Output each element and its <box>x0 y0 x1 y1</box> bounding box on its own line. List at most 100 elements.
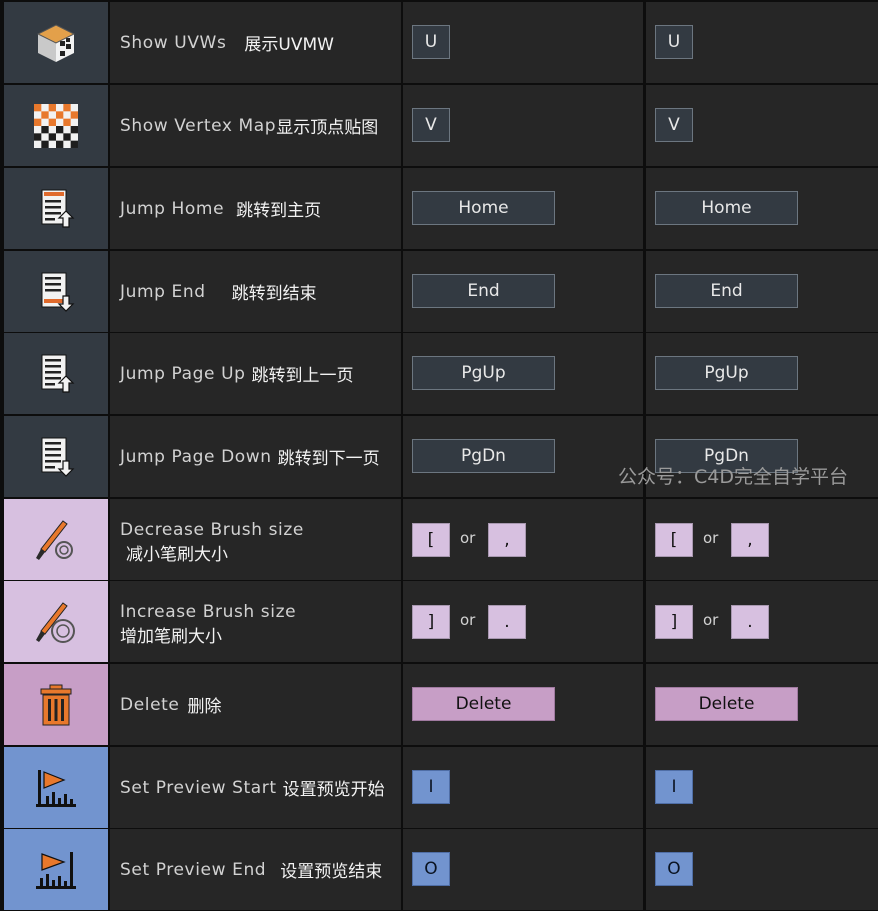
page-up-icon <box>36 352 76 396</box>
key-u[interactable]: U <box>412 25 450 59</box>
label-en: Jump Page Up <box>120 363 246 384</box>
key-home[interactable]: Home <box>412 191 555 225</box>
shortcut-cell-primary: ] or . <box>403 581 643 662</box>
key-end[interactable]: End <box>655 274 798 308</box>
table-row: Show UVWs 展示UVMW U U <box>4 2 878 83</box>
key-delete[interactable]: Delete <box>412 687 555 721</box>
shortcut-cell-primary: Home <box>403 168 643 249</box>
label-zh: 删除 <box>187 697 222 717</box>
label-zh: 减小笔刷大小 <box>126 545 228 565</box>
action-label: Jump Page Up 跳转到上一页 <box>110 333 401 414</box>
label-zh: 跳转到结束 <box>231 284 317 304</box>
action-label: Jump End 跳转到结束 <box>110 251 401 332</box>
table-row: Jump Home 跳转到主页 Home Home <box>4 168 878 249</box>
table-row: Show Vertex Map 显示顶点贴图 V V <box>4 85 878 166</box>
label-en: Decrease Brush size <box>120 520 304 540</box>
action-label: Decrease Brush size 减小笔刷大小 <box>110 499 401 580</box>
shortcut-cell-primary: End <box>403 251 643 332</box>
action-label: Jump Home 跳转到主页 <box>110 168 401 249</box>
shortcut-cell-primary: V <box>403 85 643 166</box>
icon-cell <box>4 581 108 662</box>
key-period[interactable]: . <box>488 605 526 639</box>
label-zh: 显示顶点贴图 <box>276 118 379 138</box>
key-pgup[interactable]: PgUp <box>412 356 555 390</box>
shortcut-table: Show UVWs 展示UVMW U U Show Vertex Map 显示顶… <box>0 0 878 911</box>
icon-cell <box>4 747 108 828</box>
key-comma[interactable]: , <box>488 523 526 557</box>
table-row: Jump Page Up 跳转到上一页 PgUp PgUp <box>4 333 878 414</box>
checkerboard-icon <box>34 103 78 148</box>
jump-home-icon <box>36 187 76 231</box>
shortcut-cell-secondary: [ or , <box>646 499 878 580</box>
icon-cell <box>4 499 108 580</box>
shortcut-cell-secondary: Home <box>646 168 878 249</box>
label-en: Jump Home <box>120 198 225 219</box>
key-o[interactable]: O <box>412 852 450 886</box>
brush-increase-icon <box>31 600 81 644</box>
shortcut-cell-primary: I <box>403 747 643 828</box>
action-label: Show Vertex Map 显示顶点贴图 <box>110 85 401 166</box>
label-zh: 跳转到上一页 <box>251 366 354 386</box>
preview-end-icon <box>32 848 80 892</box>
key-left-bracket[interactable]: [ <box>412 523 450 557</box>
key-v[interactable]: V <box>655 108 693 142</box>
table-row: Delete 删除 Delete Delete <box>4 664 878 745</box>
shortcut-cell-primary: Delete <box>403 664 643 745</box>
label-zh: 设置预览结束 <box>280 862 383 882</box>
uvw-cube-icon <box>34 21 78 65</box>
action-label: Show UVWs 展示UVMW <box>110 2 401 83</box>
label-zh: 增加笔刷大小 <box>120 627 222 647</box>
icon-cell <box>4 829 108 910</box>
action-label: Set Preview Start 设置预览开始 <box>110 747 401 828</box>
table-row: Set Preview End 设置预览结束 O O <box>4 829 878 910</box>
or-text: or <box>460 529 476 547</box>
or-text: or <box>703 529 719 547</box>
shortcut-cell-primary: PgUp <box>403 333 643 414</box>
shortcut-cell-secondary: U <box>646 2 878 83</box>
shortcut-cell-secondary: ] or . <box>646 581 878 662</box>
label-en: Set Preview End <box>120 859 267 880</box>
key-period[interactable]: . <box>731 605 769 639</box>
key-i[interactable]: I <box>655 770 693 804</box>
key-left-bracket[interactable]: [ <box>655 523 693 557</box>
key-pgdn[interactable]: PgDn <box>412 439 555 473</box>
table-row: Decrease Brush size 减小笔刷大小 [ or , [ or , <box>4 499 878 580</box>
action-label: Set Preview End 设置预览结束 <box>110 829 401 910</box>
shortcut-cell-secondary: PgUp <box>646 333 878 414</box>
key-right-bracket[interactable]: ] <box>655 605 693 639</box>
or-text: or <box>703 611 719 629</box>
label-en: Set Preview Start <box>120 777 277 798</box>
icon-cell <box>4 251 108 332</box>
key-i[interactable]: I <box>412 770 450 804</box>
shortcut-cell-secondary: Delete <box>646 664 878 745</box>
action-label: Delete 删除 <box>110 664 401 745</box>
shortcut-cell-primary: U <box>403 2 643 83</box>
table-row: Jump End 跳转到结束 End End <box>4 251 878 332</box>
shortcut-cell-secondary: I <box>646 747 878 828</box>
key-pgup[interactable]: PgUp <box>655 356 798 390</box>
label-en: Jump Page Down <box>120 446 272 467</box>
watermark-text: 公众号：C4D完全自学平台 <box>618 466 848 488</box>
icon-cell <box>4 333 108 414</box>
icon-cell <box>4 664 108 745</box>
key-right-bracket[interactable]: ] <box>412 605 450 639</box>
table-row: Set Preview Start 设置预览开始 I I <box>4 747 878 828</box>
jump-end-icon <box>36 270 76 314</box>
label-en: Delete <box>120 694 180 715</box>
shortcut-cell-primary: O <box>403 829 643 910</box>
label-zh: 展示UVMW <box>244 35 334 55</box>
key-v[interactable]: V <box>412 108 450 142</box>
key-end[interactable]: End <box>412 274 555 308</box>
shortcut-cell-primary: [ or , <box>403 499 643 580</box>
key-u[interactable]: U <box>655 25 693 59</box>
or-text: or <box>460 611 476 629</box>
key-delete[interactable]: Delete <box>655 687 798 721</box>
shortcut-cell-secondary: V <box>646 85 878 166</box>
key-comma[interactable]: , <box>731 523 769 557</box>
table-row: Increase Brush size 增加笔刷大小 ] or . ] or . <box>4 581 878 662</box>
key-home[interactable]: Home <box>655 191 798 225</box>
key-o[interactable]: O <box>655 852 693 886</box>
label-zh: 跳转到主页 <box>236 201 322 221</box>
shortcut-cell-primary: PgDn <box>403 416 643 497</box>
icon-cell <box>4 416 108 497</box>
